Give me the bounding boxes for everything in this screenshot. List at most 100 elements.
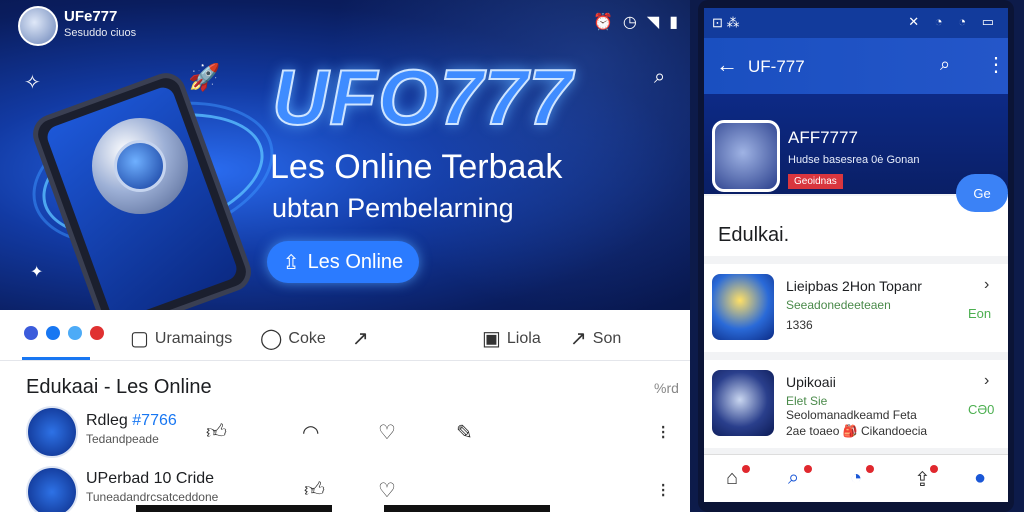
tab-bar: ▢ Uramaings ◯ Coke ↗ ▣ Liola ↗ Son	[0, 310, 690, 361]
sparkle-icon: ✦	[30, 264, 44, 281]
section-more[interactable]: %rd	[654, 380, 679, 396]
search-icon[interactable]: ⌕	[940, 54, 950, 75]
status-right: ✕ ◔ ◔ ▭	[908, 14, 1000, 29]
status-icons: ⏰ ◷ ◥ ▮	[593, 12, 678, 32]
notification-icon	[90, 326, 104, 340]
card-price: Eon	[968, 306, 992, 321]
share-icon: ↗	[352, 328, 369, 350]
chevron-right-icon[interactable]: ›	[984, 372, 989, 390]
tab-coke[interactable]: ◯ Coke	[260, 326, 326, 351]
card-title: Upikoaii	[786, 374, 836, 390]
nav-chat-icon[interactable]: ◔	[850, 467, 862, 490]
card-price: CƏ0	[968, 402, 995, 417]
status-left: ⊡ ⁂	[712, 15, 740, 30]
search-icon[interactable]: ⌕	[654, 66, 665, 89]
notification-badge	[742, 465, 750, 473]
people-icon	[68, 326, 82, 340]
list-item-subtitle: Tuneadandrcsatceddone	[86, 490, 219, 504]
phone-screen: ⊡ ⁂ ✕ ◔ ◔ ▭ ← UF-777 ⌕ ⋮ AFF7777 Hudse b…	[704, 8, 1008, 502]
brand-logo-text: UFO777	[271, 52, 573, 142]
tab-label: Uramaings	[154, 329, 233, 347]
avatar	[26, 466, 78, 512]
list-item[interactable]: UPerbad 10 Cride Tuneadandrcsatceddone 👍…	[0, 462, 690, 512]
notification-badge	[804, 465, 812, 473]
hero-tagline: Les Online Terbaak	[270, 148, 563, 186]
status-badge: Geoidnas	[788, 174, 843, 189]
user-name: UFe777	[64, 8, 118, 25]
app-bar: ← UF-777 ⌕ ⋮	[704, 38, 1008, 94]
tab-uramaings[interactable]: ▢ Uramaings	[130, 326, 232, 351]
profile-name: AFF7777	[788, 128, 858, 147]
nav-share-icon[interactable]: ⇪	[914, 467, 931, 492]
title-text: Rdleg	[86, 412, 128, 429]
user-subtitle: Sesuddo ciuos	[64, 27, 137, 39]
list-item-title: UPerbad 10 Cride	[86, 470, 215, 487]
heart-icon[interactable]: ♡	[378, 420, 396, 445]
home-icon: ⇫	[282, 251, 300, 274]
list-item-title: Rdleg #7766	[86, 412, 177, 430]
hero-subtagline: ubtan Pembelarning	[272, 193, 514, 223]
bell-icon[interactable]: ◠	[302, 420, 319, 445]
tab-label: Son	[592, 329, 622, 347]
planet-icon: ✧	[24, 72, 41, 94]
clock-icon: ◷	[622, 14, 637, 31]
list-item-subtitle: Tedandpeade	[86, 432, 159, 446]
more-icon[interactable]: ⁝	[660, 420, 666, 445]
active-tab-indicator	[22, 357, 90, 360]
card-meta: 1336	[786, 318, 813, 332]
people-icon	[46, 326, 60, 340]
notification-badge	[866, 465, 874, 473]
list-item[interactable]: Lieipbas 2Hon Topanr Seeadonedeeteaen 13…	[704, 264, 1008, 352]
card-meta: 2ae toaeo 🎒 Cikandoecia	[786, 424, 928, 438]
bookmark-icon: ▢	[130, 328, 149, 350]
home-indicator	[136, 505, 332, 512]
message-icon: ▣	[482, 328, 501, 350]
avatar	[26, 406, 78, 458]
tab-son[interactable]: ↗ Son	[570, 326, 621, 351]
like-icon[interactable]: 👍︎	[304, 478, 325, 502]
back-icon[interactable]: ←	[716, 52, 738, 78]
tab-home[interactable]	[24, 326, 106, 340]
section-title: Edulkai.	[718, 224, 790, 246]
card-subtitle: Elet Sie	[786, 394, 828, 408]
rocket-icon: 🚀	[188, 62, 221, 92]
status-bar: ⊡ ⁂ ✕ ◔ ◔ ▭	[704, 8, 1008, 38]
course-thumbnail	[712, 274, 774, 340]
card-meta: Seolomanadkeamd Feta	[786, 408, 917, 422]
bottom-nav: ⌂ ⌕ ◔ ⇪ ●	[704, 454, 1008, 502]
les-online-button[interactable]: ⇫ Les Online	[267, 241, 419, 283]
avatar[interactable]	[18, 6, 58, 46]
top-bar: UFe777 Sesuddo ciuos ⏰ ◷ ◥ ▮	[0, 0, 690, 48]
phone-frame: ⊡ ⁂ ✕ ◔ ◔ ▭ ← UF-777 ⌕ ⋮ AFF7777 Hudse b…	[698, 0, 1014, 512]
edit-icon[interactable]: ✎	[456, 420, 473, 445]
nav-search-icon[interactable]: ⌕	[788, 467, 799, 490]
list-item[interactable]: Rdleg #7766 Tedandpeade 👍︎ ◠ ♡ ✎ ⁝	[0, 402, 690, 458]
app-title: UF-777	[748, 57, 805, 76]
people-icon	[24, 326, 38, 340]
chevron-right-icon[interactable]: ›	[984, 276, 989, 294]
home-indicator	[384, 505, 550, 512]
nav-profile-icon[interactable]: ●	[974, 467, 986, 490]
left-panel: ✦ ✧ 🚀 UFe777 Sesuddo ciuos ⏰ ◷ ◥ ▮ ⌕ UFO…	[0, 0, 690, 512]
rocket-illustration	[92, 118, 188, 214]
tab-share[interactable]: ↗	[352, 326, 369, 351]
more-vert-icon[interactable]: ⋮	[986, 52, 1006, 77]
list-item[interactable]: Upikoaii Elet Sie Seolomanadkeamd Feta 2…	[704, 360, 1008, 448]
profile-avatar	[712, 120, 780, 192]
profile-subtitle: Hudse basesrea 0ė Gonan	[788, 154, 920, 166]
battery-icon: ▮	[669, 14, 678, 31]
share-icon: ↗	[570, 328, 587, 350]
nav-home-icon[interactable]: ⌂	[726, 467, 738, 490]
cta-label: Les Online	[307, 250, 404, 273]
tab-liola[interactable]: ▣ Liola	[482, 326, 541, 351]
notification-badge	[930, 465, 938, 473]
fab-button[interactable]: Ge	[956, 174, 1008, 212]
card-title: Lieipbas 2Hon Topanr	[786, 278, 922, 294]
like-icon[interactable]: 👍︎	[206, 420, 227, 444]
heart-icon[interactable]: ♡	[378, 478, 396, 503]
tab-label: Liola	[506, 329, 541, 347]
section-title: Edukaai - Les Online	[26, 376, 212, 398]
course-thumbnail	[712, 370, 774, 436]
more-icon[interactable]: ⁝	[660, 478, 666, 503]
tab-label: Coke	[288, 329, 326, 347]
